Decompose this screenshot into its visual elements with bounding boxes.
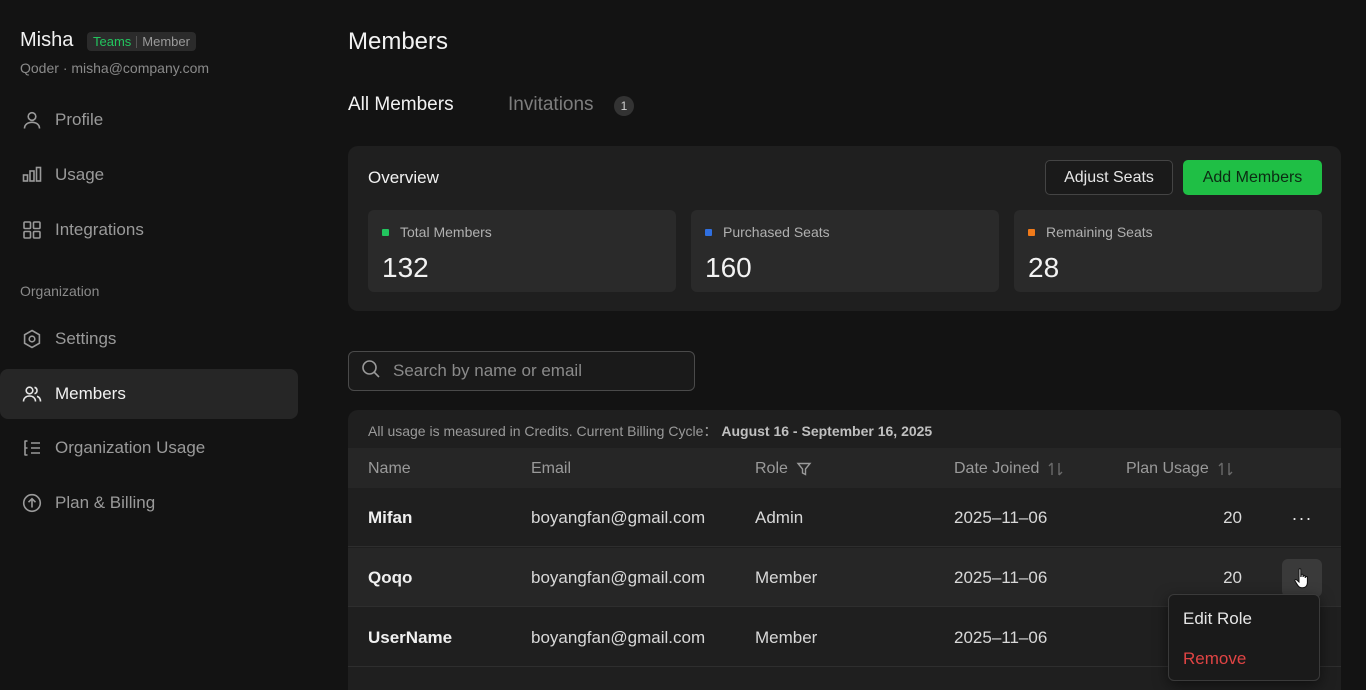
adjust-seats-button[interactable]: Adjust Seats (1045, 160, 1173, 195)
filter-icon[interactable] (796, 461, 812, 477)
user-name: Misha (20, 29, 74, 51)
blue-square-icon (705, 228, 712, 236)
member-name: Mifan (368, 508, 413, 527)
stat-label-wrap: Total Members (382, 224, 492, 240)
stat-value: 160 (705, 252, 752, 283)
list-icon (22, 438, 42, 458)
invitations-count-badge: 1 (614, 96, 634, 116)
upgrade-arrow-icon (22, 493, 42, 513)
subtitle-separator: · (62, 60, 68, 76)
sidebar: Misha Teams Member Qoder · misha@company… (0, 0, 310, 690)
overview-title: Overview (368, 168, 439, 187)
tab-invitations[interactable]: Invitations (508, 94, 594, 116)
stat-label-wrap: Remaining Seats (1028, 224, 1153, 240)
user-email: misha@company.com (71, 60, 210, 76)
search-box[interactable] (348, 351, 695, 391)
search-input[interactable] (393, 361, 673, 381)
add-members-button[interactable]: Add Members (1183, 160, 1322, 195)
sidebar-item-usage[interactable]: Usage (0, 150, 298, 200)
column-header-label: Date Joined (954, 460, 1040, 477)
stat-label-wrap: Purchased Seats (705, 224, 830, 240)
member-date-joined: 2025–11–06 (954, 568, 1048, 587)
member-date-joined: 2025–11–06 (954, 628, 1048, 647)
plan-badge-teams: Teams (93, 34, 132, 49)
bar-chart-icon (22, 165, 42, 185)
member-role: Member (755, 568, 818, 587)
grid-icon (22, 220, 42, 240)
sidebar-item-label: Integrations (55, 220, 144, 239)
member-email: boyangfan@gmail.com (531, 628, 706, 647)
member-role: Admin (755, 508, 804, 527)
org-name: Qoder (20, 60, 59, 76)
billing-note-text: All usage is measured in Credits. Curren… (368, 423, 718, 439)
sidebar-item-organization-usage[interactable]: Organization Usage (0, 423, 298, 473)
sidebar-item-label: Usage (55, 165, 105, 184)
billing-cycle-note: All usage is measured in Credits. Curren… (368, 421, 932, 441)
stat-label: Remaining Seats (1046, 224, 1153, 240)
overview-card: Overview Adjust Seats Add Members Total … (348, 146, 1341, 311)
member-plan-usage: 20 (1223, 508, 1242, 527)
pointer-hand-icon (1294, 568, 1308, 589)
page-title: Members (348, 28, 449, 55)
remove-member-menu-item[interactable]: Remove (1183, 649, 1246, 669)
billing-cycle-range: August 16 - September 16, 2025 (721, 423, 933, 439)
edit-role-menu-item[interactable]: Edit Role (1183, 609, 1252, 629)
plan-badge: Teams Member (87, 32, 196, 51)
user-subtitle: Qoder · misha@company.com (20, 60, 209, 76)
member-email: boyangfan@gmail.com (531, 508, 706, 527)
user-icon (22, 110, 42, 130)
column-header-label: Plan Usage (1126, 460, 1209, 477)
column-header-role[interactable]: Role (755, 460, 812, 478)
stat-value: 132 (382, 252, 429, 283)
column-header-name: Name (368, 460, 411, 477)
column-header-plan-usage[interactable]: Plan Usage (1126, 460, 1235, 478)
row-actions-menu: Edit Role Remove (1168, 594, 1320, 681)
search-icon (361, 359, 393, 384)
column-header-label: Role (755, 460, 788, 477)
sidebar-item-label: Plan & Billing (55, 493, 156, 512)
organization-section-label: Organization (20, 283, 100, 299)
member-date-joined: 2025–11–06 (954, 508, 1048, 527)
member-email: boyangfan@gmail.com (531, 568, 706, 587)
sidebar-item-label: Settings (55, 329, 117, 348)
sidebar-item-plan-billing[interactable]: Plan & Billing (0, 478, 298, 528)
sidebar-item-integrations[interactable]: Integrations (0, 205, 298, 255)
hexagon-settings-icon (22, 329, 42, 349)
member-name: UserName (368, 628, 453, 647)
sidebar-item-label: Organization Usage (55, 438, 206, 457)
sort-icon[interactable] (1217, 461, 1235, 477)
orange-square-icon (1028, 228, 1035, 236)
table-header: Name Email Role Date Joined Plan Usage (348, 448, 1341, 488)
column-header-date-joined[interactable]: Date Joined (954, 460, 1065, 478)
member-role: Member (755, 628, 818, 647)
row-more-button-active[interactable] (1282, 559, 1322, 597)
sidebar-item-profile[interactable]: Profile (0, 95, 298, 145)
stat-purchased-seats: Purchased Seats 160 (691, 210, 999, 292)
row-more-button[interactable]: ··· (1282, 499, 1322, 537)
tab-all-members[interactable]: All Members (348, 94, 454, 116)
column-header-email: Email (531, 460, 572, 477)
stat-value: 28 (1028, 252, 1060, 283)
sidebar-item-label: Profile (55, 110, 104, 129)
sidebar-item-label: Members (55, 384, 126, 403)
plan-badge-role: Member (142, 34, 190, 49)
sidebar-item-members[interactable]: Members (0, 369, 298, 419)
stat-label: Purchased Seats (723, 224, 830, 240)
member-plan-usage: 20 (1223, 568, 1242, 587)
users-icon (22, 384, 42, 404)
sort-icon[interactable] (1047, 461, 1065, 477)
sidebar-item-settings[interactable]: Settings (0, 314, 298, 364)
green-square-icon (382, 228, 389, 236)
member-name: Qoqo (368, 568, 413, 587)
table-row: Mifan boyangfan@gmail.com Admin 2025–11–… (348, 488, 1341, 547)
stat-remaining-seats: Remaining Seats 28 (1014, 210, 1322, 292)
badge-divider (136, 35, 138, 48)
stat-label: Total Members (400, 224, 492, 240)
stat-total-members: Total Members 132 (368, 210, 676, 292)
